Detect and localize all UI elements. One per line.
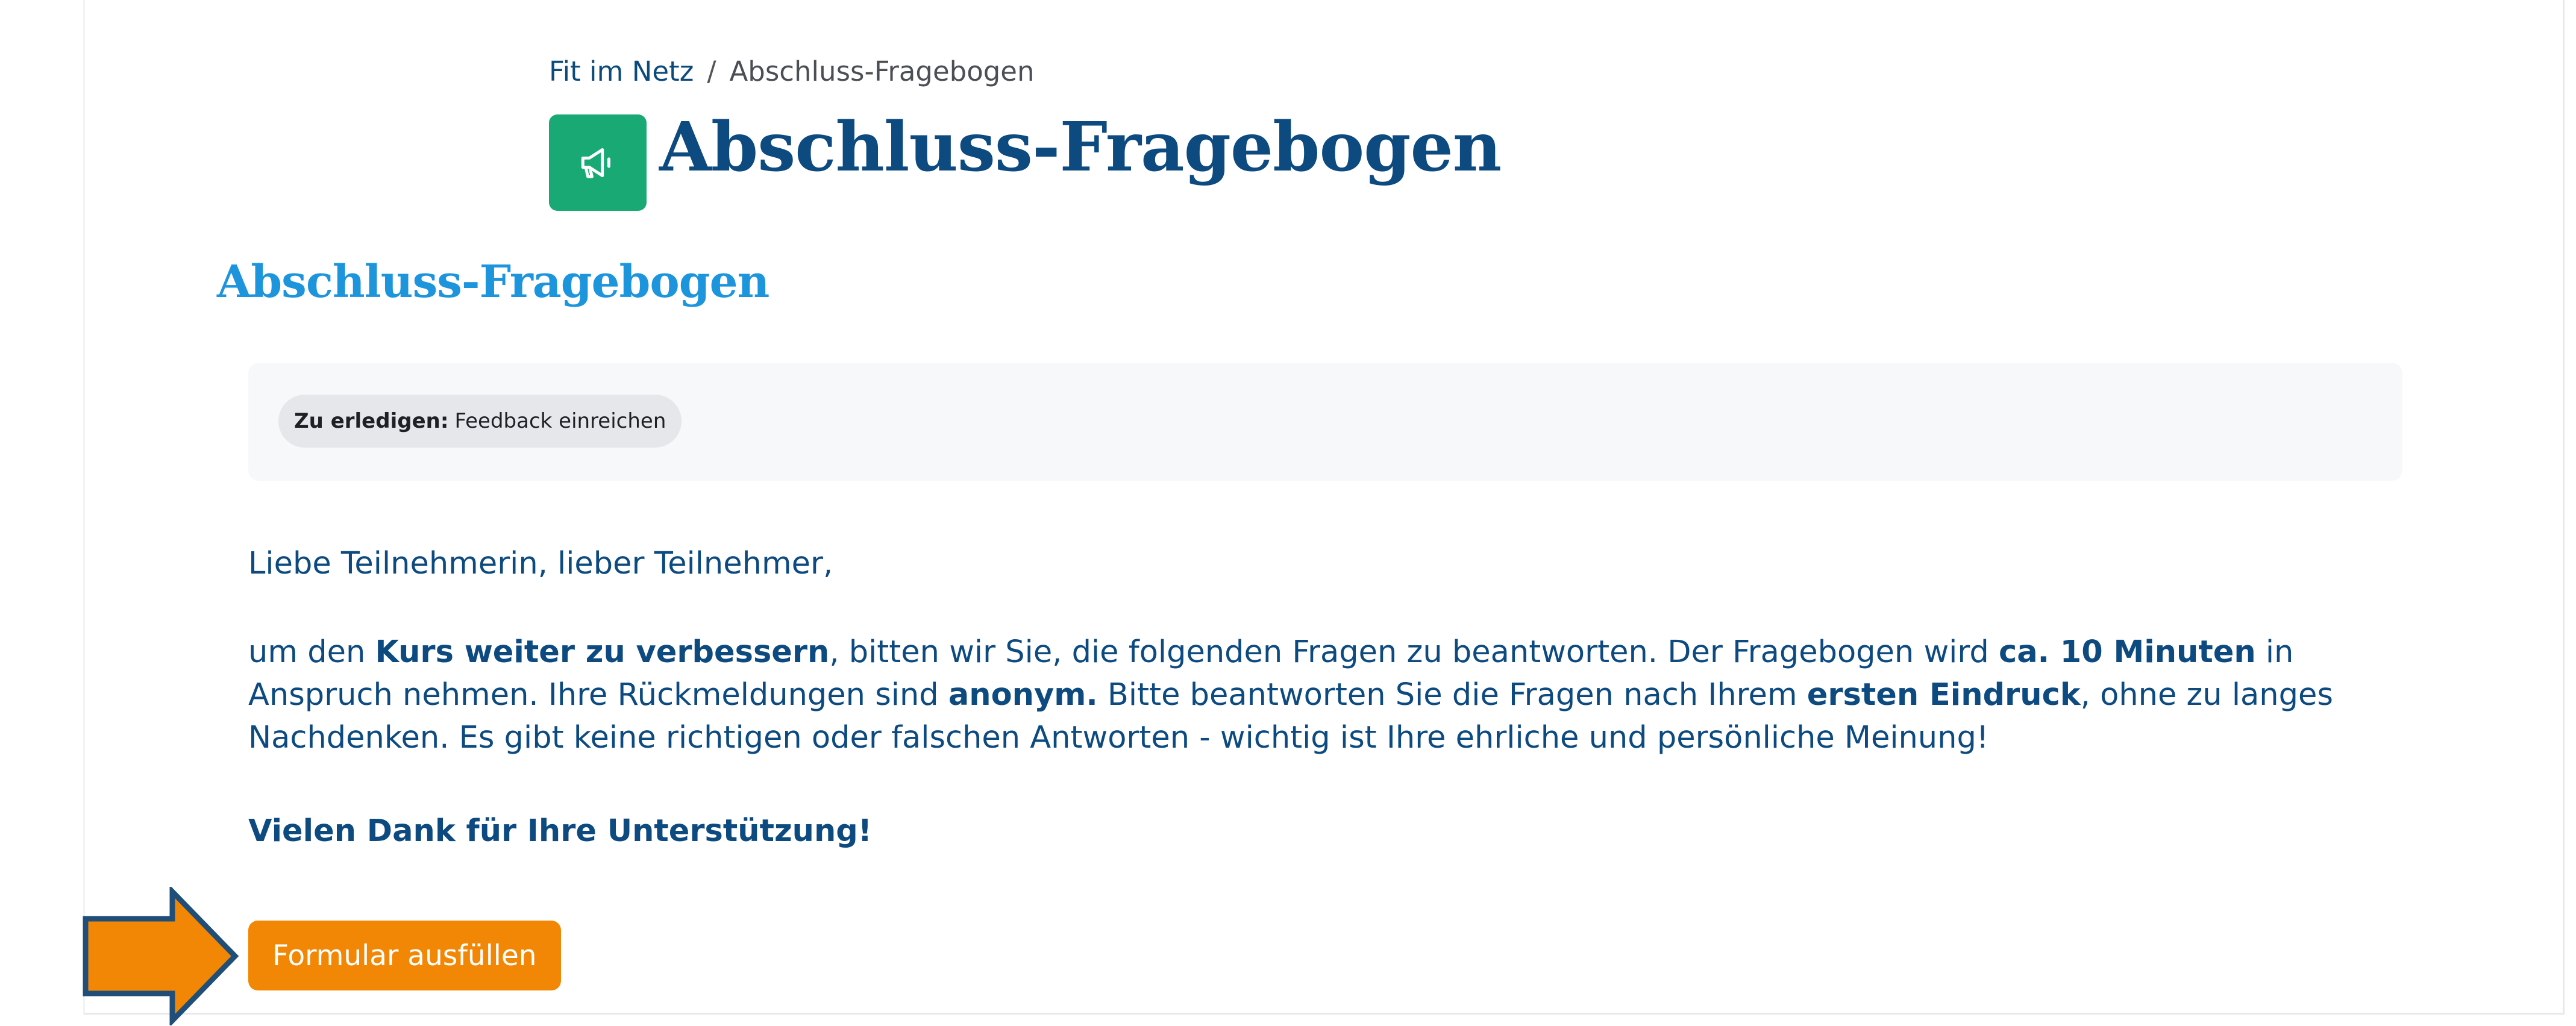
intro-text: , bitten wir Sie, die folgenden Fragen z… xyxy=(829,634,1999,670)
intro-text: Bitte beantworten Sie die Fragen nach Ih… xyxy=(1097,677,1807,713)
breadcrumb-current: Abschluss-Fragebogen xyxy=(729,55,1035,87)
fill-form-button[interactable]: Formular ausfüllen xyxy=(248,921,561,990)
intro-paragraph: um den Kurs weiter zu verbessern, bitten… xyxy=(248,631,2430,759)
megaphone-icon xyxy=(549,114,647,211)
arrow-right-icon xyxy=(83,887,239,1025)
todo-label: Zu erledigen: xyxy=(294,409,449,433)
intro-emphasis: ersten Eindruck xyxy=(1807,677,2081,713)
page-title: Abschluss-Fragebogen xyxy=(659,108,1502,187)
greeting-text: Liebe Teilnehmerin, lieber Teilnehmer, xyxy=(248,546,833,581)
todo-value: Feedback einreichen xyxy=(454,409,666,433)
page: Fit im Netz / Abschluss-Fragebogen Abschlu… xyxy=(0,0,2576,1026)
todo-badge: Zu erledigen: Feedback einreichen xyxy=(278,395,682,448)
intro-emphasis: ca. 10 Minuten xyxy=(1999,634,2256,670)
activity-heading: Abschluss-Fragebogen xyxy=(217,256,769,308)
breadcrumb-separator: / xyxy=(707,55,716,87)
intro-emphasis: Kurs weiter zu verbessern xyxy=(375,634,830,670)
activity-dates-panel: Zu erledigen: Feedback einreichen xyxy=(248,363,2402,481)
thanks-text: Vielen Dank für Ihre Unterstützung! xyxy=(248,813,873,849)
breadcrumb: Fit im Netz / Abschluss-Fragebogen xyxy=(549,55,1035,87)
intro-text: um den xyxy=(248,634,375,670)
intro-emphasis: anonym. xyxy=(948,677,1098,713)
breadcrumb-course-link[interactable]: Fit im Netz xyxy=(549,55,694,87)
